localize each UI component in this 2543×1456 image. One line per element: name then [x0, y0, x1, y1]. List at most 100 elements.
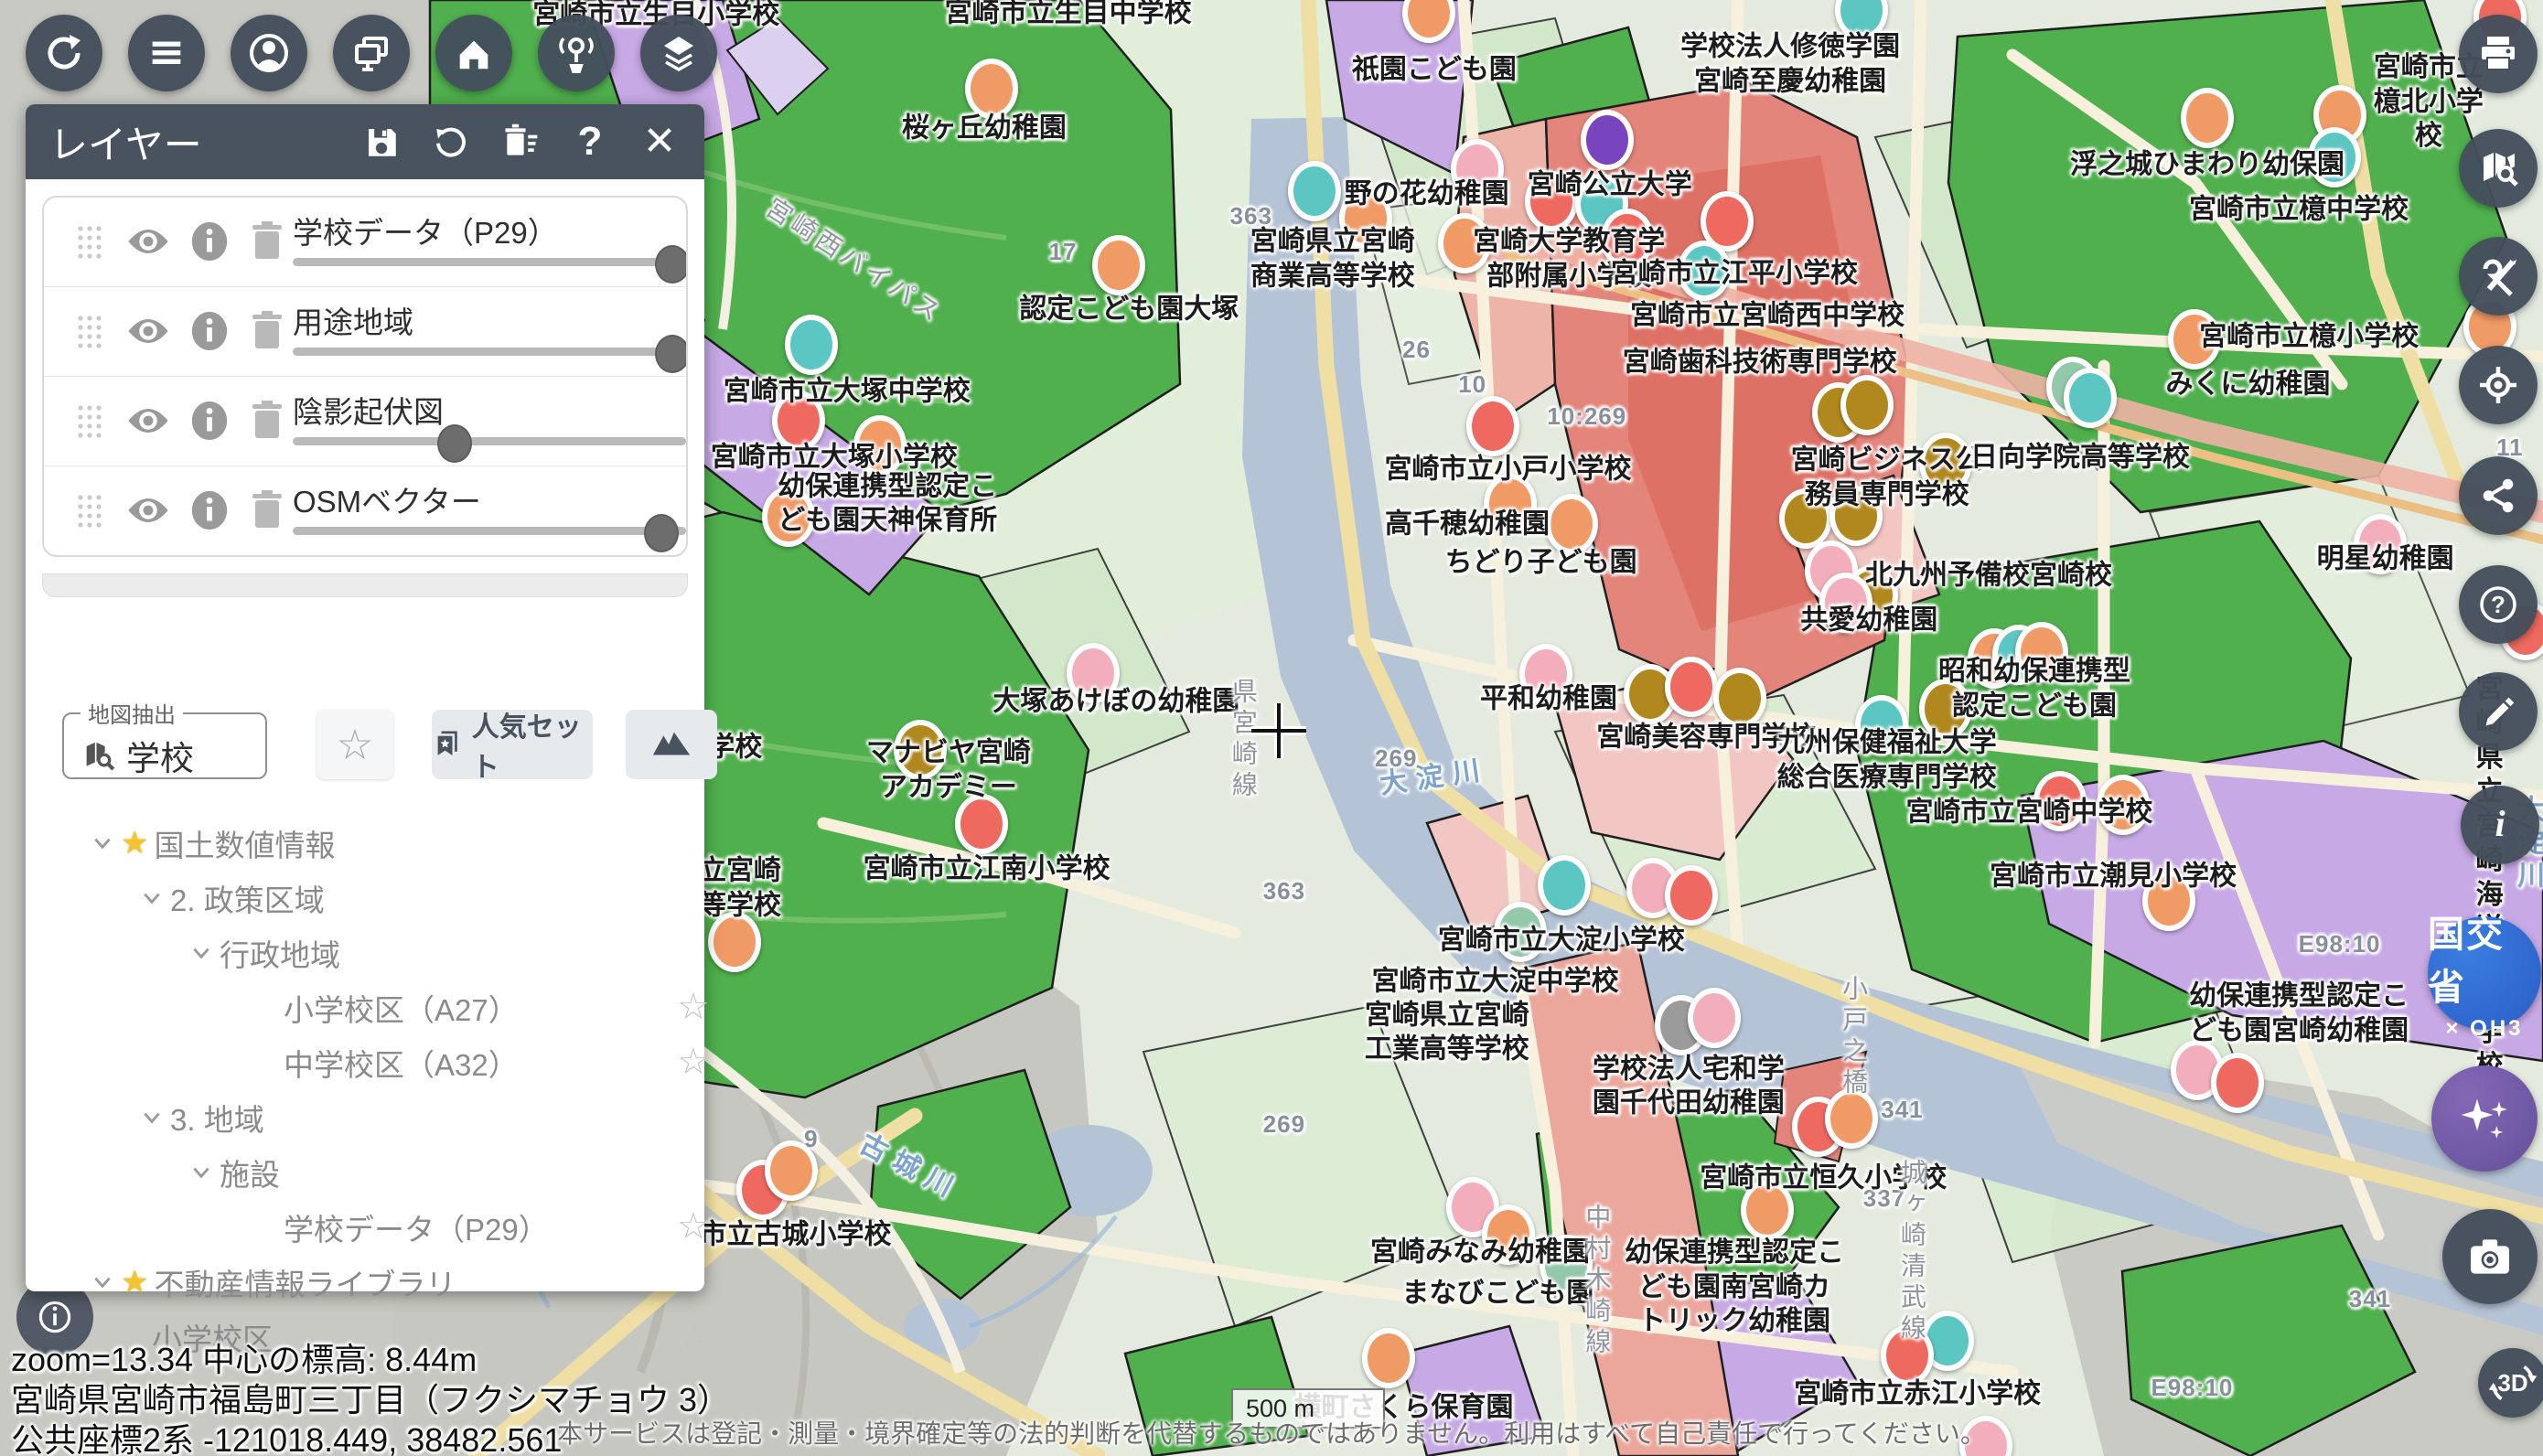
- screenshot-button[interactable]: [2442, 1209, 2538, 1304]
- place-label: 宮崎市立赤江小学校: [1794, 1376, 2041, 1411]
- layer-info-button[interactable]: [188, 400, 231, 446]
- help-button[interactable]: ?: [2459, 565, 2538, 644]
- tree-branch[interactable]: ★不動産情報ライブラリ: [91, 1258, 456, 1306]
- layer-opacity-slider[interactable]: [293, 348, 686, 356]
- tools-icon: [2476, 254, 2520, 298]
- map-extract-field[interactable]: 地図抽出 学校: [62, 697, 267, 779]
- tree-favorite-button[interactable]: ☆: [677, 1205, 710, 1247]
- home-button[interactable]: [435, 15, 512, 91]
- place-label: 宮崎市立江南小学校: [864, 852, 1111, 887]
- layer-opacity-thumb[interactable]: [655, 245, 688, 284]
- layer-drag-handle[interactable]: [75, 313, 104, 354]
- favorites-button[interactable]: ☆: [317, 710, 393, 779]
- layer-visibility-button[interactable]: [124, 311, 172, 356]
- save-layers-button[interactable]: [360, 121, 402, 163]
- popular-sets-button[interactable]: 人気セット: [432, 710, 593, 779]
- layer-opacity-slider[interactable]: [293, 258, 686, 266]
- layer-delete-button[interactable]: [249, 220, 285, 267]
- sparkles-icon: [2455, 1089, 2514, 1148]
- tools-button[interactable]: [2459, 237, 2538, 316]
- tree-expand-toggle[interactable]: [91, 832, 113, 854]
- school-marker-purple[interactable]: [1581, 110, 1634, 170]
- layer-opacity-slider[interactable]: [293, 437, 686, 445]
- layer-delete-button[interactable]: [249, 400, 285, 446]
- school-marker-teal[interactable]: [2064, 368, 2117, 428]
- layer-delete-button[interactable]: [249, 310, 285, 357]
- share-button[interactable]: [2459, 456, 2538, 535]
- place-label: まなびこども園: [1401, 1276, 1593, 1311]
- tree-leaf[interactable]: 中学校区（A32）: [284, 1039, 519, 1087]
- school-marker-teal[interactable]: [785, 315, 838, 375]
- menu-button[interactable]: [128, 15, 205, 91]
- info-button[interactable]: i: [2461, 786, 2539, 864]
- edit-button[interactable]: [2459, 672, 2538, 751]
- panel-close-button[interactable]: ✕: [638, 121, 681, 163]
- account-button[interactable]: [231, 15, 307, 91]
- panel-help-button[interactable]: ?: [569, 121, 611, 163]
- tree-expand-toggle[interactable]: [190, 942, 212, 964]
- place-label: みくに幼稚園: [2166, 368, 2331, 402]
- school-marker-teal[interactable]: [1288, 161, 1341, 221]
- delete-layer-list-button[interactable]: [499, 121, 542, 163]
- svg-text:?: ?: [2491, 591, 2505, 618]
- place-label: 宮崎市立生目中学校: [945, 0, 1192, 30]
- gps-button[interactable]: [538, 15, 615, 91]
- school-marker-red[interactable]: [2211, 1053, 2264, 1113]
- layer-delete-button[interactable]: [249, 489, 285, 536]
- school-marker-orange[interactable]: [965, 59, 1018, 119]
- layer-info-button[interactable]: [188, 489, 231, 536]
- reset-layers-button[interactable]: [430, 121, 472, 163]
- school-marker-olive[interactable]: [1840, 375, 1894, 435]
- basemap-layers-button[interactable]: [640, 15, 717, 91]
- layer-visibility-button[interactable]: [124, 490, 172, 535]
- tree-branch[interactable]: ★国土数値情報: [91, 819, 335, 867]
- tree-expand-toggle[interactable]: [190, 1162, 212, 1183]
- layer-drag-handle[interactable]: [75, 223, 104, 264]
- tree-favorite-button[interactable]: ☆: [677, 986, 710, 1028]
- layer-drag-handle[interactable]: [75, 492, 104, 533]
- layer-opacity-slider[interactable]: [293, 527, 686, 535]
- school-marker-teal[interactable]: [1538, 855, 1591, 915]
- layer-info-button[interactable]: [188, 220, 231, 267]
- ai-button[interactable]: [2431, 1065, 2538, 1172]
- tree-branch[interactable]: 施設: [190, 1149, 280, 1196]
- school-marker-red[interactable]: [1665, 657, 1718, 717]
- school-marker-orange[interactable]: [765, 1140, 818, 1201]
- favorite-star-icon: ★: [121, 1264, 148, 1301]
- tree-leaf[interactable]: 小学校区（A27）: [284, 984, 519, 1032]
- extract-section: 地図抽出 学校 ☆ 人気セット: [62, 697, 670, 798]
- layer-drag-handle[interactable]: [75, 402, 104, 444]
- tree-item-label: 3. 地域: [170, 1096, 264, 1140]
- school-marker-red[interactable]: [1665, 865, 1718, 926]
- school-marker-orange[interactable]: [2181, 88, 2234, 148]
- tree-branch[interactable]: 行政地域: [190, 929, 340, 977]
- tree-favorite-button[interactable]: ☆: [677, 1041, 710, 1083]
- refresh-button[interactable]: [26, 15, 102, 91]
- layer-opacity-thumb[interactable]: [644, 514, 679, 552]
- tree-item-label: 不動産情報ライブラリ: [154, 1260, 456, 1304]
- tree-expand-toggle[interactable]: [91, 1271, 113, 1293]
- print-button[interactable]: [2459, 15, 2538, 93]
- screen-share-button[interactable]: [333, 15, 410, 91]
- locate-button[interactable]: [2459, 346, 2538, 424]
- tree-favorite-button[interactable]: ☆: [677, 1315, 710, 1357]
- tree-expand-toggle[interactable]: [141, 887, 163, 909]
- tree-branch[interactable]: 2. 政策区域: [141, 874, 325, 922]
- tree-leaf[interactable]: 学校データ（P29）: [284, 1204, 549, 1251]
- layer-visibility-button[interactable]: [124, 221, 172, 266]
- school-marker-pink[interactable]: [1688, 988, 1741, 1048]
- layer-opacity-thumb[interactable]: [655, 335, 688, 373]
- layer-opacity-thumb[interactable]: [437, 424, 472, 463]
- layer-info-button[interactable]: [188, 310, 231, 357]
- map-search-button[interactable]: [2459, 129, 2538, 208]
- school-marker-olive[interactable]: [1713, 668, 1766, 728]
- gov-badge-button[interactable]: 国交省 × OH3: [2428, 916, 2541, 1030]
- layer-visibility-button[interactable]: [124, 401, 172, 445]
- terrain-button[interactable]: [626, 710, 717, 779]
- school-marker-orange[interactable]: [1092, 235, 1145, 295]
- mode-3d-button[interactable]: 3D: [2478, 1348, 2543, 1418]
- school-marker-orange[interactable]: [1362, 1328, 1415, 1388]
- tree-branch[interactable]: 3. 地域: [141, 1094, 264, 1141]
- tree-expand-toggle[interactable]: [141, 1107, 163, 1129]
- school-marker-red[interactable]: [1466, 396, 1519, 456]
